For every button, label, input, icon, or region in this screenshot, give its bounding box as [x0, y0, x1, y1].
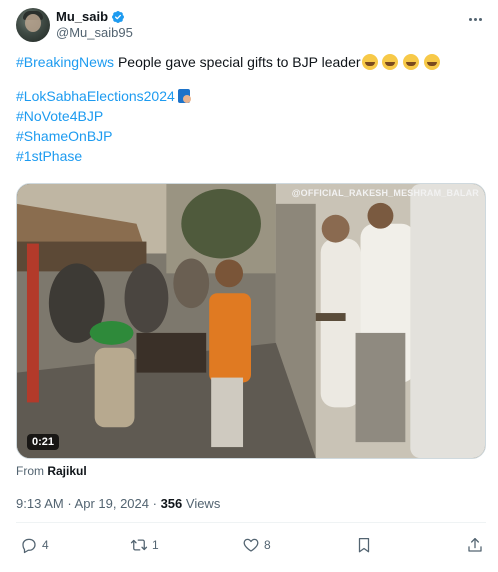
name-row: Mu_saib [56, 9, 125, 24]
tweet-line-1: #BreakingNews People gave special gifts … [16, 52, 476, 72]
reply-count: 4 [42, 538, 49, 552]
reply-button[interactable]: 4 [20, 534, 49, 556]
avatar-face [25, 14, 41, 32]
verified-badge-icon [112, 10, 124, 23]
source-prefix: From [16, 464, 48, 478]
tweet-text: #BreakingNews People gave special gifts … [16, 52, 476, 166]
share-icon [468, 537, 482, 552]
meta-separator: · [63, 496, 75, 511]
like-count: 8 [264, 538, 271, 552]
video-duration-badge: 0:21 [27, 434, 60, 450]
tweet-header: Mu_saib @Mu_saib95 [16, 8, 486, 42]
laughing-emoji-icon [361, 54, 378, 70]
tweet-body-text: People gave special gifts to BJP leader [114, 54, 361, 70]
divider [16, 522, 486, 523]
retweet-count: 1 [152, 538, 159, 552]
meta-separator: · [149, 496, 161, 511]
video-player[interactable]: @OFFICIAL_RAKESH_MESHRAM_BALAR 0:21 [16, 183, 486, 459]
video-thumbnail [17, 184, 485, 458]
action-bar: 4 1 8 [16, 534, 486, 556]
hashtag-link[interactable]: #1stPhase [16, 148, 82, 164]
laughing-emoji-icon [382, 54, 399, 70]
heart-icon [243, 538, 259, 552]
video-watermark: @OFFICIAL_RAKESH_MESHRAM_BALAR [291, 188, 479, 198]
tweet-meta: 9:13 AM · Apr 19, 2024 · 356 Views [16, 496, 220, 511]
hashtag-link[interactable]: #NoVote4BJP [16, 108, 103, 124]
bookmark-button[interactable] [355, 534, 373, 556]
retweet-button[interactable]: 1 [130, 534, 159, 556]
hashtag-link[interactable]: #BreakingNews [16, 54, 114, 70]
ballot-emoji-icon [177, 89, 191, 103]
laughing-emoji-icon [424, 54, 441, 70]
source-name-link[interactable]: Rajikul [47, 464, 86, 478]
avatar[interactable] [16, 8, 50, 42]
tweet-line-hashtag: #LokSabhaElections2024 [16, 86, 476, 106]
like-button[interactable]: 8 [242, 534, 271, 556]
retweet-icon [130, 539, 148, 551]
share-button[interactable] [466, 534, 484, 556]
user-handle[interactable]: @Mu_saib95 [56, 25, 133, 40]
display-name[interactable]: Mu_saib [56, 9, 108, 24]
views-count: 356 [160, 496, 183, 511]
bookmark-icon [358, 537, 370, 553]
tweet-time[interactable]: 9:13 AM [16, 496, 64, 511]
hashtag-link[interactable]: #LokSabhaElections2024 [16, 88, 175, 104]
hashtag-link[interactable]: #ShameOnBJP [16, 128, 113, 144]
reply-icon [22, 538, 36, 554]
more-options-icon[interactable] [466, 10, 484, 28]
views-label: Views [182, 496, 221, 511]
source-attribution: From Rajikul [16, 464, 87, 478]
laughing-emoji-icon [403, 54, 420, 70]
tweet-date[interactable]: Apr 19, 2024 [75, 496, 149, 511]
